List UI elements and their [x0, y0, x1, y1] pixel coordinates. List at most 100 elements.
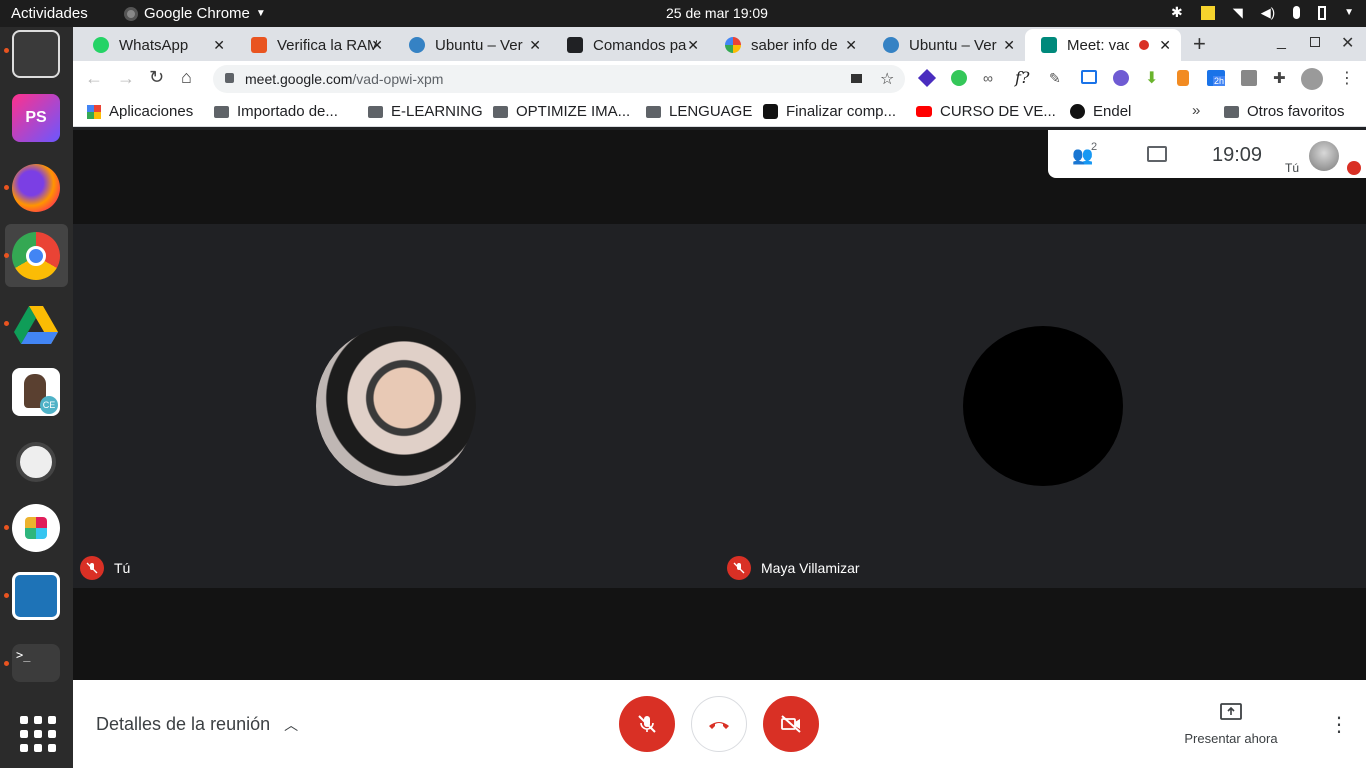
tab-ubuntu-2[interactable]: Ubuntu – Ver ✕: [867, 29, 1025, 61]
extension-download-icon[interactable]: ⬇: [1145, 68, 1158, 88]
google-drive-icon[interactable]: [12, 300, 60, 348]
home-icon[interactable]: ⌂: [181, 67, 192, 88]
tab-verifica-ram[interactable]: Verifica la RAM ✕: [235, 29, 393, 61]
volume-icon[interactable]: ◀): [1261, 5, 1275, 21]
close-icon[interactable]: ✕: [1159, 37, 1171, 54]
address-bar[interactable]: meet.google.com/vad-opwi-xpm ☆: [213, 65, 905, 93]
bookmark-finalizar[interactable]: Finalizar comp...: [763, 103, 896, 120]
recording-icon: [1139, 40, 1149, 50]
chrome-icon[interactable]: [12, 232, 60, 280]
folder-icon: [493, 105, 508, 118]
bookmark-endel[interactable]: Endel: [1070, 103, 1131, 120]
chat-icon[interactable]: [1147, 146, 1167, 162]
meeting-clock: 19:09: [1212, 144, 1263, 166]
maximize-button[interactable]: [1310, 37, 1320, 47]
battery-icon[interactable]: [1318, 5, 1327, 20]
minimize-button[interactable]: _: [1277, 33, 1286, 51]
camera-in-use-icon[interactable]: [851, 74, 862, 83]
slack-tray-icon[interactable]: ✱: [1171, 4, 1183, 21]
meeting-info-panel: 👥 2 19:09 Tú: [1048, 130, 1366, 178]
dbeaver-icon[interactable]: CE: [12, 368, 60, 416]
meeting-details-button[interactable]: Detalles de la reunión ︿: [96, 714, 298, 735]
bookmark-other-favorites[interactable]: Otros favoritos: [1224, 103, 1345, 120]
mic-off-icon: [727, 556, 751, 580]
self-preview-avatar[interactable]: [1309, 141, 1339, 171]
participants-button[interactable]: 👥 2: [1072, 141, 1100, 166]
extension-orange-icon[interactable]: [1177, 70, 1189, 86]
extension-code-icon[interactable]: [1241, 70, 1257, 86]
youtube-icon: [916, 106, 932, 117]
back-icon[interactable]: ←: [85, 68, 103, 89]
tab-meet[interactable]: Meet: vad ✕: [1025, 29, 1181, 61]
dock-screenshot-app-icon[interactable]: [12, 30, 60, 78]
tab-whatsapp[interactable]: WhatsApp ✕: [77, 29, 235, 61]
system-tray[interactable]: ✱ ◥ ◀) ▼: [1171, 4, 1354, 21]
app-menu-label: Google Chrome: [144, 5, 250, 22]
bookmark-importado[interactable]: Importado de...: [214, 103, 338, 120]
extension-purple-icon[interactable]: [1113, 70, 1129, 86]
reload-icon[interactable]: ↻: [149, 67, 164, 88]
bookmark-star-icon[interactable]: ☆: [880, 69, 894, 89]
camera-toggle-button[interactable]: [763, 696, 819, 752]
show-applications-icon[interactable]: [12, 710, 60, 758]
wifi-icon[interactable]: ◥: [1233, 5, 1243, 21]
tab-saber-info[interactable]: saber info de ✕: [709, 29, 867, 61]
close-icon[interactable]: ✕: [687, 37, 699, 54]
firefox-icon[interactable]: [12, 164, 60, 212]
power-menu-icon[interactable]: ▼: [1344, 7, 1354, 18]
chrome-menu-icon[interactable]: ⋮: [1339, 68, 1355, 88]
close-icon[interactable]: ✕: [371, 37, 383, 54]
terminal-icon[interactable]: >_: [12, 644, 60, 682]
tab-comandos[interactable]: Comandos pa ✕: [551, 29, 709, 61]
bookmark-label: Aplicaciones: [109, 103, 194, 120]
clock-app-icon[interactable]: [12, 436, 60, 484]
participant-name: Maya Villamizar: [761, 560, 860, 576]
new-tab-button[interactable]: +: [1193, 31, 1206, 57]
window-close-button[interactable]: ✕: [1341, 33, 1354, 53]
extension-blue-icon[interactable]: [1081, 70, 1097, 84]
bookmarks-overflow-icon[interactable]: »: [1192, 102, 1200, 119]
bookmark-label: E-LEARNING: [391, 103, 483, 120]
extension-glasses-icon[interactable]: ∞: [983, 70, 993, 86]
bookmark-curso[interactable]: CURSO DE VE...: [916, 103, 1056, 120]
libreoffice-writer-icon[interactable]: [12, 572, 60, 620]
bookmark-optimize[interactable]: OPTIMIZE IMA...: [493, 103, 630, 120]
activities-button[interactable]: Actividades: [11, 5, 88, 22]
running-indicator: [4, 525, 9, 530]
bookmark-label: Finalizar comp...: [786, 103, 897, 120]
self-muted-icon: [1347, 161, 1361, 175]
extension-eyedropper-icon[interactable]: ✎: [1049, 70, 1061, 87]
bottom-letterbox: [73, 588, 1366, 680]
microphone-icon[interactable]: [1293, 6, 1301, 19]
extension-font-icon[interactable]: f?: [1015, 68, 1030, 87]
phpstorm-icon[interactable]: PS: [12, 94, 60, 142]
bookmark-label: Importado de...: [237, 103, 338, 120]
mic-toggle-button[interactable]: [619, 696, 675, 752]
close-icon[interactable]: ✕: [845, 37, 857, 54]
notes-tray-icon[interactable]: [1200, 5, 1215, 20]
extensions-puzzle-icon[interactable]: ✚: [1273, 69, 1286, 87]
close-icon[interactable]: ✕: [529, 37, 541, 54]
tab-title: Meet: vad: [1067, 36, 1129, 54]
forward-icon[interactable]: →: [117, 68, 135, 89]
extension-calendar-icon[interactable]: 2h: [1207, 70, 1226, 86]
app-menu[interactable]: Google Chrome ▼: [124, 5, 266, 22]
close-icon[interactable]: ✕: [1003, 37, 1015, 54]
bookmark-label: CURSO DE VE...: [940, 103, 1056, 120]
extension-green-icon[interactable]: [951, 70, 967, 86]
apps-grid-icon: [87, 104, 101, 119]
tab-ubuntu-1[interactable]: Ubuntu – Ver ✕: [393, 29, 551, 61]
more-options-icon[interactable]: ⋮: [1329, 712, 1349, 737]
tab-title: WhatsApp: [119, 36, 189, 54]
profile-avatar[interactable]: [1301, 68, 1323, 90]
bookmark-elearning[interactable]: E-LEARNING: [368, 103, 483, 120]
extension-stack-icon[interactable]: [917, 68, 937, 88]
tab-title: saber info de: [751, 36, 838, 54]
close-icon[interactable]: ✕: [213, 37, 225, 54]
leave-call-button[interactable]: [691, 696, 747, 752]
system-clock[interactable]: 25 de mar 19:09: [666, 5, 768, 21]
slack-icon[interactable]: [12, 504, 60, 552]
bookmark-lenguage[interactable]: LENGUAGE: [646, 103, 752, 120]
bookmark-apps[interactable]: Aplicaciones: [87, 103, 193, 120]
present-now-button[interactable]: Presentar ahora: [1178, 702, 1284, 746]
